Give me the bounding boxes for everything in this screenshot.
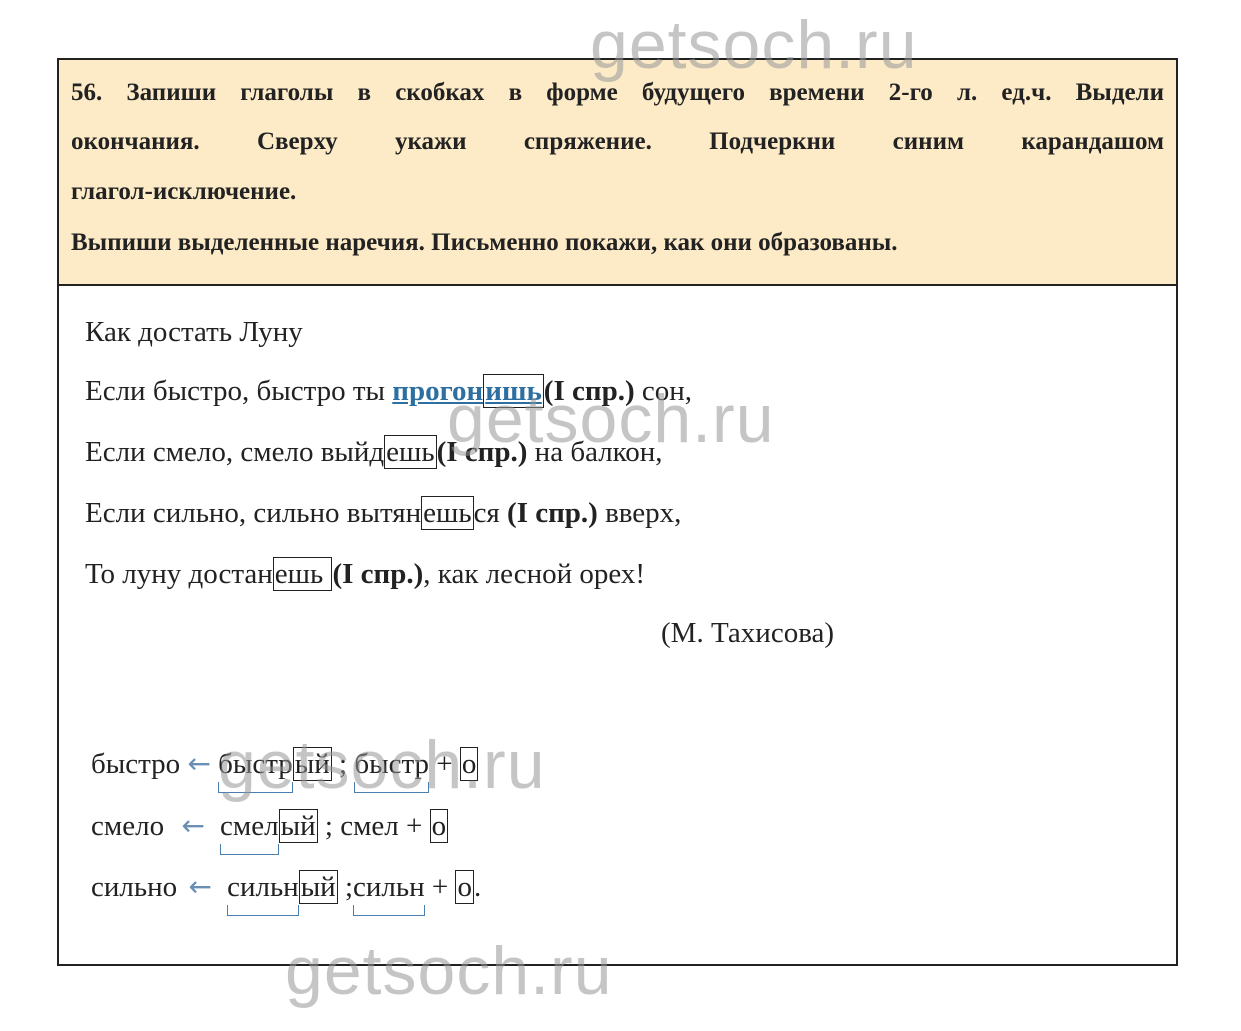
task-line-3: глагол-исключение. bbox=[71, 178, 297, 205]
adjective-ending: ый bbox=[298, 870, 338, 904]
plus-sign: + bbox=[424, 871, 456, 903]
task-line-4: Выпиши выделенные наречия. Письменно пок… bbox=[71, 229, 898, 256]
adjective-root: быстр bbox=[218, 748, 293, 793]
separator: ; bbox=[331, 748, 355, 780]
poem-author: (М. Тахисова) bbox=[661, 617, 835, 649]
poem-line-1: Если быстро, быстро ты прогонишь(I спр.)… bbox=[85, 374, 692, 408]
exception-verb-stem: прогон bbox=[392, 375, 484, 407]
left-arrow-icon: ← bbox=[188, 870, 212, 903]
task-line-2: окончания. Сверху укажи спряжение. Подче… bbox=[71, 128, 1164, 155]
poem-line-1-text: Если быстро, быстро ты bbox=[85, 375, 393, 407]
separator: ; bbox=[317, 810, 341, 842]
adjective-ending: ый bbox=[292, 747, 332, 781]
adjective-root: сильн bbox=[227, 871, 299, 916]
plus-sign: + bbox=[398, 810, 430, 842]
adverb: смело bbox=[91, 810, 165, 842]
adverb-suffix: о bbox=[455, 870, 474, 904]
left-arrow-icon: ← bbox=[187, 747, 211, 780]
left-arrow-icon: ← bbox=[181, 809, 205, 842]
poem-line-4-text: То луну достан bbox=[85, 558, 273, 590]
derivation-row: быстро ← быстрый ; быстр + о bbox=[91, 747, 479, 793]
conjugation-label: (I спр.) bbox=[436, 436, 528, 468]
row-end: . bbox=[473, 871, 482, 903]
conjugation-label: (I спр.) bbox=[543, 375, 635, 407]
poem-line-1-end: сон, bbox=[634, 375, 693, 407]
poem-line-2-end: на балкон, bbox=[527, 436, 663, 468]
poem-line-4: То луну достанешь (I спр.), как лесной о… bbox=[85, 557, 645, 591]
verb-ending: ешь bbox=[272, 557, 333, 591]
poem-line-3: Если сильно, сильно вытянешься (I спр.) … bbox=[85, 496, 681, 530]
adverb: сильно bbox=[91, 871, 178, 903]
conjugation-label: (I спр.) bbox=[332, 558, 424, 590]
verb-ending-gap bbox=[323, 558, 330, 590]
adjective-ending: ый bbox=[278, 809, 318, 843]
task-line-1: 56. Запиши глаголы в скобках в форме буд… bbox=[71, 79, 1164, 106]
poem-line-3-end: вверх, bbox=[597, 497, 682, 529]
adverb-root: сильн bbox=[353, 871, 425, 916]
verb-ending: ешь bbox=[421, 496, 474, 530]
adverb-suffix: о bbox=[459, 747, 479, 781]
adverb: быстро bbox=[91, 748, 181, 780]
exception-verb: прогонишь bbox=[392, 374, 544, 408]
adverb-root: быстр bbox=[354, 748, 429, 793]
reflexive-suffix: ся bbox=[473, 497, 508, 529]
worksheet-frame: 56. Запиши глаголы в скобках в форме буд… bbox=[57, 58, 1178, 966]
verb-ending: ишь bbox=[483, 374, 544, 408]
conjugation-label: (I спр.) bbox=[507, 497, 598, 529]
poem-line-3-text: Если сильно, сильно вытян bbox=[85, 497, 422, 529]
adverb-root: смел bbox=[340, 810, 399, 842]
poem-title: Как достать Луну bbox=[85, 316, 303, 348]
adverb-suffix: о bbox=[429, 809, 449, 843]
derivation-row: смело ← смелый ; смел + о bbox=[91, 809, 449, 855]
plus-sign: + bbox=[428, 748, 460, 780]
task-box: 56. Запиши глаголы в скобках в форме буд… bbox=[59, 60, 1176, 286]
derivation-row: сильно ← сильный ;сильн + о. bbox=[91, 870, 482, 916]
poem-line-2: Если смело, смело выйдешь(I спр.) на бал… bbox=[85, 435, 663, 469]
adjective-root: смел bbox=[220, 810, 279, 855]
poem-line-2-text: Если смело, смело выйд bbox=[85, 436, 385, 468]
separator: ; bbox=[337, 871, 354, 903]
poem-line-4-end: , как лесной орех! bbox=[423, 558, 646, 590]
verb-ending-text: ешь bbox=[274, 558, 324, 590]
verb-ending: ешь bbox=[384, 435, 437, 469]
